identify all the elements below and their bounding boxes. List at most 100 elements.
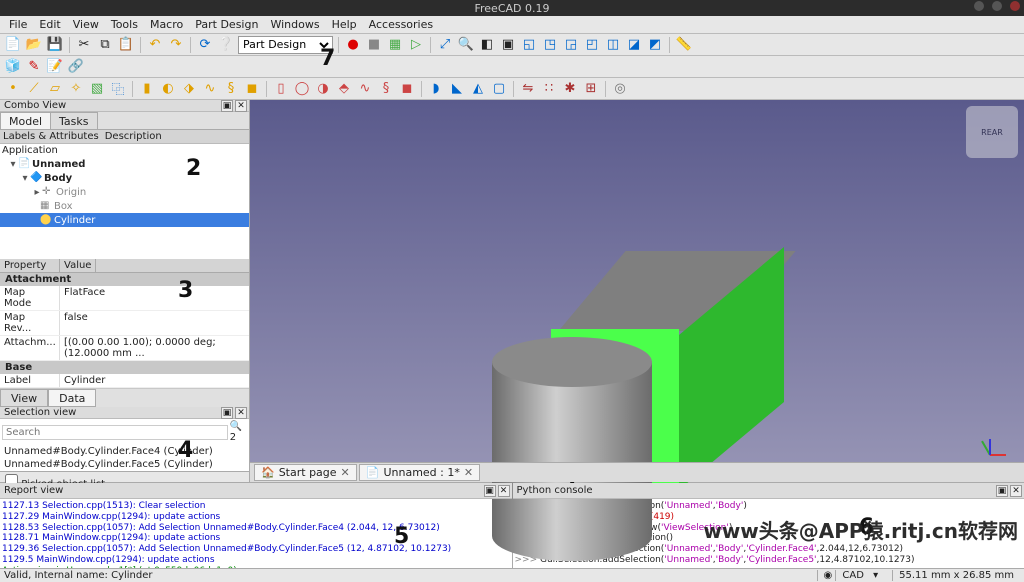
datum-plane-button[interactable]: ▱ xyxy=(46,80,64,98)
draft-button[interactable]: ◭ xyxy=(469,80,487,98)
window-close-button[interactable] xyxy=(1010,1,1020,11)
report-float-button[interactable]: ▣ xyxy=(484,485,496,497)
pocket-button[interactable]: ▯ xyxy=(272,80,290,98)
create-sketch-button[interactable]: ✎ xyxy=(25,58,43,76)
mirror-button[interactable]: ⇋ xyxy=(519,80,537,98)
datum-line-button[interactable]: ⟋ xyxy=(25,80,43,98)
boolean-button[interactable]: ◎ xyxy=(611,80,629,98)
macro-list-button[interactable]: ▦ xyxy=(386,36,404,54)
menu-partdesign[interactable]: Part Design xyxy=(190,17,263,32)
report-view-body[interactable]: 1127.13 Selection.cpp(1513): Clear selec… xyxy=(0,499,512,568)
combo-close-button[interactable]: ✕ xyxy=(235,100,247,112)
fit-all-button[interactable]: ⤢ xyxy=(436,36,454,54)
thickness-button[interactable]: ▢ xyxy=(490,80,508,98)
paste-button[interactable]: 📋 xyxy=(117,36,135,54)
vp-tab-startpage[interactable]: 🏠Start page✕ xyxy=(254,464,357,481)
selview-close-button[interactable]: ✕ xyxy=(235,407,247,419)
rear-view-button[interactable]: ◫ xyxy=(604,36,622,54)
close-icon[interactable]: ✕ xyxy=(464,466,473,479)
additive-box-button[interactable]: ◼ xyxy=(243,80,261,98)
sub-helix-button[interactable]: § xyxy=(377,80,395,98)
combo-float-button[interactable]: ▣ xyxy=(221,100,233,112)
macro-play-button[interactable]: ▷ xyxy=(407,36,425,54)
selection-item[interactable]: Unnamed#Body.Cylinder.Face5 (Cylinder) xyxy=(0,458,249,471)
polar-pattern-button[interactable]: ✱ xyxy=(561,80,579,98)
menu-windows[interactable]: Windows xyxy=(265,17,324,32)
3d-viewport[interactable]: 1 REAR 🏠Start page✕ 📄Unnamed : 1*✕ xyxy=(250,100,1024,482)
tree-document[interactable]: ▾📄Unnamed xyxy=(0,157,249,171)
selection-item[interactable]: Unnamed#Body.Cylinder.Face4 (Cylinder) xyxy=(0,445,249,458)
fit-selection-button[interactable]: 🔍 xyxy=(457,36,475,54)
redo-button[interactable]: ↷ xyxy=(167,36,185,54)
additive-helix-button[interactable]: § xyxy=(222,80,240,98)
tab-tasks[interactable]: Tasks xyxy=(50,112,97,129)
macro-record-button[interactable]: ● xyxy=(344,36,362,54)
chamfer-button[interactable]: ◣ xyxy=(448,80,466,98)
status-nav-style[interactable]: ◉ CAD ▾ xyxy=(817,570,885,581)
measure-button[interactable]: 📏 xyxy=(675,36,693,54)
menu-accessories[interactable]: Accessories xyxy=(364,17,438,32)
sub-box-button[interactable]: ◼ xyxy=(398,80,416,98)
tree-application[interactable]: Application xyxy=(0,144,249,157)
whatsthis-button[interactable]: ❔ xyxy=(217,36,235,54)
tree-origin[interactable]: ▸✛Origin xyxy=(0,185,249,199)
menu-tools[interactable]: Tools xyxy=(106,17,143,32)
linear-pattern-button[interactable]: ∷ xyxy=(540,80,558,98)
bottom-view-button[interactable]: ◪ xyxy=(625,36,643,54)
edit-sketch-button[interactable]: 📝 xyxy=(46,58,64,76)
sub-sweep-button[interactable]: ∿ xyxy=(356,80,374,98)
window-minimize-button[interactable] xyxy=(974,1,984,11)
create-body-button[interactable]: 🧊 xyxy=(4,58,22,76)
right-view-button[interactable]: ◰ xyxy=(583,36,601,54)
tree-box[interactable]: ▦Box xyxy=(0,199,249,213)
loft-button[interactable]: ⬗ xyxy=(180,80,198,98)
selview-float-button[interactable]: ▣ xyxy=(221,407,233,419)
macro-stop-button[interactable]: ■ xyxy=(365,36,383,54)
workbench-selector[interactable]: Part Design xyxy=(238,36,333,54)
menu-view[interactable]: View xyxy=(68,17,104,32)
report-close-button[interactable]: ✕ xyxy=(498,485,510,497)
map-sketch-button[interactable]: 🔗 xyxy=(67,58,85,76)
menu-edit[interactable]: Edit xyxy=(34,17,65,32)
menu-macro[interactable]: Macro xyxy=(145,17,188,32)
iso-view-button[interactable]: ◱ xyxy=(520,36,538,54)
open-button[interactable]: 📂 xyxy=(25,36,43,54)
revolution-button[interactable]: ◐ xyxy=(159,80,177,98)
menu-help[interactable]: Help xyxy=(327,17,362,32)
navigation-cube[interactable]: REAR xyxy=(966,106,1018,158)
tab-model[interactable]: Model xyxy=(0,112,51,129)
pycon-close-button[interactable]: ✕ xyxy=(1010,485,1022,497)
groove-button[interactable]: ◑ xyxy=(314,80,332,98)
left-view-button[interactable]: ◩ xyxy=(646,36,664,54)
draw-style-button[interactable]: ◧ xyxy=(478,36,496,54)
multi-transform-button[interactable]: ⊞ xyxy=(582,80,600,98)
pycon-float-button[interactable]: ▣ xyxy=(996,485,1008,497)
tab-view[interactable]: View xyxy=(0,389,48,407)
tree-cylinder[interactable]: ⬤Cylinder xyxy=(0,213,249,227)
pad-button[interactable]: ▮ xyxy=(138,80,156,98)
tree-body[interactable]: ▾🔷Body xyxy=(0,171,249,185)
tab-data[interactable]: Data xyxy=(48,389,96,407)
close-icon[interactable]: ✕ xyxy=(341,466,350,479)
bbox-button[interactable]: ▣ xyxy=(499,36,517,54)
datum-cs-button[interactable]: ✧ xyxy=(67,80,85,98)
vp-tab-unnamed[interactable]: 📄Unnamed : 1*✕ xyxy=(359,464,480,481)
save-button[interactable]: 💾 xyxy=(46,36,64,54)
sweep-button[interactable]: ∿ xyxy=(201,80,219,98)
copy-button[interactable]: ⧉ xyxy=(96,36,114,54)
hole-button[interactable]: ◯ xyxy=(293,80,311,98)
fillet-button[interactable]: ◗ xyxy=(427,80,445,98)
top-view-button[interactable]: ◲ xyxy=(562,36,580,54)
cut-button[interactable]: ✂ xyxy=(75,36,93,54)
clone-button[interactable]: ⿻ xyxy=(109,80,127,98)
front-view-button[interactable]: ◳ xyxy=(541,36,559,54)
datum-point-button[interactable]: • xyxy=(4,80,22,98)
refresh-button[interactable]: ⟳ xyxy=(196,36,214,54)
shapebinder-button[interactable]: ▧ xyxy=(88,80,106,98)
selection-search-input[interactable] xyxy=(2,425,228,440)
menu-file[interactable]: File xyxy=(4,17,32,32)
undo-button[interactable]: ↶ xyxy=(146,36,164,54)
sub-loft-button[interactable]: ⬘ xyxy=(335,80,353,98)
window-maximize-button[interactable] xyxy=(992,1,1002,11)
new-doc-button[interactable]: 📄 xyxy=(4,36,22,54)
